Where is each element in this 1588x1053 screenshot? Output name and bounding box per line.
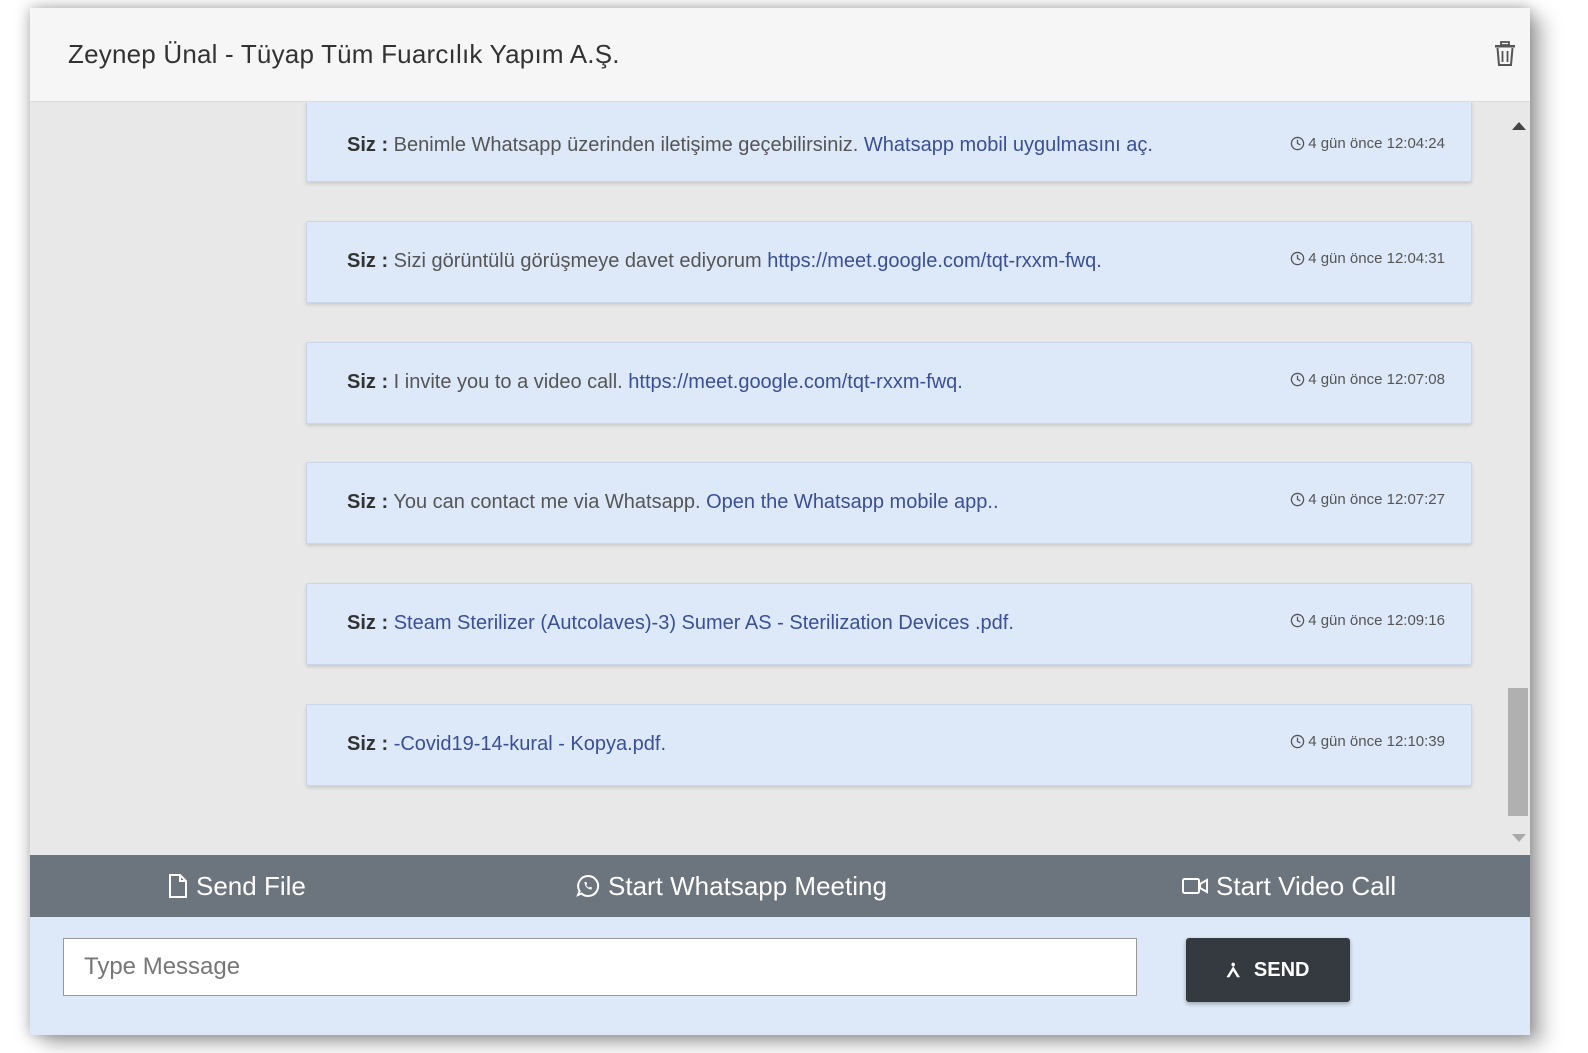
- message-item: Siz : Benimle Whatsapp üzerinden iletişi…: [306, 102, 1472, 182]
- scroll-down-arrow-icon[interactable]: [1512, 834, 1526, 842]
- file-icon: [169, 874, 187, 898]
- whatsapp-link[interactable]: Whatsapp mobil uygulmasını aç.: [864, 134, 1153, 156]
- chat-header: Zeynep Ünal - Tüyap Tüm Fuarcılık Yapım …: [30, 8, 1530, 102]
- message-timestamp: 4 gün önce 12:10:39: [1290, 733, 1445, 750]
- whatsapp-icon: [576, 874, 600, 897]
- file-link[interactable]: Steam Sterilizer (Autcolaves)-3) Sumer A…: [394, 612, 1014, 634]
- message-sender: Siz :: [347, 371, 389, 393]
- message-text: Sizi görüntülü görüşmeye davet ediyorum: [388, 250, 768, 272]
- video-camera-icon: [1182, 878, 1208, 894]
- message-scrollbar[interactable]: [1508, 102, 1530, 854]
- start-whatsapp-meeting-button[interactable]: Start Whatsapp Meeting: [576, 855, 887, 917]
- send-file-button[interactable]: Send File: [168, 855, 306, 917]
- clock-icon: [1290, 734, 1305, 749]
- trash-icon[interactable]: [1494, 41, 1516, 67]
- whatsapp-link[interactable]: Open the Whatsapp mobile app..: [706, 491, 998, 513]
- message-text: You can contact me via Whatsapp.: [388, 491, 707, 513]
- meet-link[interactable]: https://meet.google.com/tqt-rxxm-fwq.: [628, 371, 963, 393]
- scroll-up-arrow-icon[interactable]: [1512, 122, 1526, 130]
- scrollbar-thumb[interactable]: [1508, 688, 1528, 816]
- message-item: Siz : Sizi görüntülü görüşmeye davet edi…: [306, 221, 1472, 303]
- meet-link[interactable]: https://meet.google.com/tqt-rxxm-fwq.: [767, 250, 1102, 272]
- message-composer: ⩑ SEND: [30, 917, 1530, 1035]
- clock-icon: [1290, 613, 1305, 628]
- message-timestamp: 4 gün önce 12:04:31: [1290, 250, 1445, 267]
- message-input[interactable]: [63, 938, 1137, 996]
- send-icon: ⩑: [1226, 957, 1240, 982]
- message-sender: Siz :: [347, 250, 389, 272]
- message-text: Benimle Whatsapp üzerinden iletişime geç…: [388, 134, 864, 156]
- clock-icon: [1290, 492, 1305, 507]
- send-button[interactable]: ⩑ SEND: [1186, 938, 1350, 1002]
- clock-icon: [1290, 251, 1305, 266]
- start-video-call-button[interactable]: Start Video Call: [1182, 855, 1396, 917]
- message-timestamp: 4 gün önce 12:04:24: [1290, 135, 1445, 152]
- message-item: Siz : I invite you to a video call. http…: [306, 342, 1472, 424]
- message-item: Siz : You can contact me via Whatsapp. O…: [306, 462, 1472, 544]
- message-sender: Siz :: [347, 134, 389, 156]
- action-bar: Send File Start Whatsapp Meeting Start V…: [30, 855, 1530, 917]
- message-timestamp: 4 gün önce 12:07:27: [1290, 491, 1445, 508]
- message-sender: Siz :: [347, 612, 389, 634]
- message-sender: Siz :: [347, 491, 389, 513]
- clock-icon: [1290, 372, 1305, 387]
- message-timestamp: 4 gün önce 12:09:16: [1290, 612, 1445, 629]
- message-list: Siz : Benimle Whatsapp üzerinden iletişi…: [30, 102, 1530, 854]
- message-sender: Siz :: [347, 733, 389, 755]
- chat-window: Zeynep Ünal - Tüyap Tüm Fuarcılık Yapım …: [30, 8, 1530, 1035]
- message-timestamp: 4 gün önce 12:07:08: [1290, 371, 1445, 388]
- clock-icon: [1290, 136, 1305, 151]
- chat-title: Zeynep Ünal - Tüyap Tüm Fuarcılık Yapım …: [68, 39, 620, 69]
- file-link[interactable]: -Covid19-14-kural - Kopya.pdf.: [394, 733, 666, 755]
- message-item: Siz : Steam Sterilizer (Autcolaves)-3) S…: [306, 583, 1472, 665]
- message-item: Siz : -Covid19-14-kural - Kopya.pdf. 4 g…: [306, 704, 1472, 786]
- message-text: I invite you to a video call.: [388, 371, 629, 393]
